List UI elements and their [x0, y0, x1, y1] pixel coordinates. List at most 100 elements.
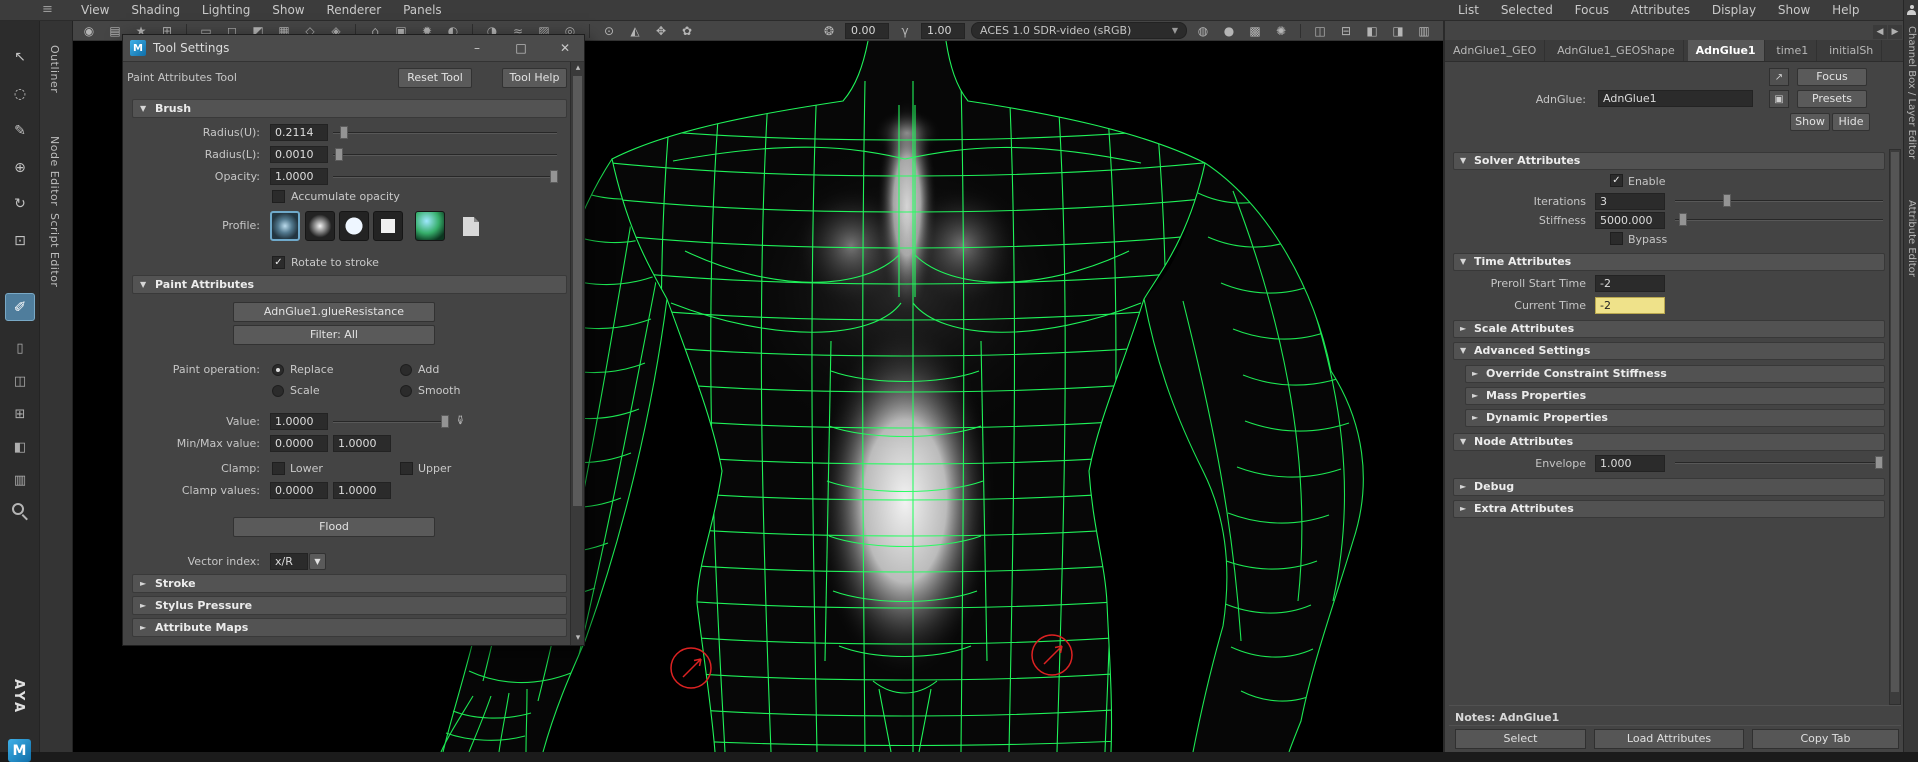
presets-button[interactable]: Presets: [1797, 90, 1867, 108]
attribute-editor-scrollbar[interactable]: [1889, 149, 1901, 705]
minus-pane-icon[interactable]: ⊟: [1336, 22, 1356, 39]
replace-radio[interactable]: [272, 364, 284, 376]
accumulate-opacity-checkbox[interactable]: [272, 190, 285, 203]
section-extra-attributes[interactable]: ► Extra Attributes: [1453, 500, 1885, 518]
opacity-slider[interactable]: [333, 169, 557, 184]
paint-select-tool-icon[interactable]: ✎: [8, 120, 32, 142]
value-slider[interactable]: [333, 414, 447, 429]
radius-u-slider[interactable]: [333, 125, 557, 140]
menu-show[interactable]: Show: [263, 0, 313, 20]
iterations-field[interactable]: 3: [1595, 193, 1665, 210]
tab-scroll-left-icon[interactable]: ◀: [1873, 25, 1887, 39]
radius-l-slider[interactable]: [333, 147, 557, 162]
menu-help[interactable]: Help: [1823, 0, 1868, 20]
layout-four-pane-icon[interactable]: ⊞: [9, 405, 31, 423]
value-field[interactable]: 1.0000: [270, 413, 328, 430]
brush-profile-solid-icon[interactable]: [339, 211, 369, 241]
menu-shading[interactable]: Shading: [122, 0, 189, 20]
scroll-up-icon[interactable]: ▴: [571, 62, 585, 75]
textured-icon[interactable]: ▩: [1245, 22, 1265, 39]
rotate-to-stroke-checkbox[interactable]: ✓: [272, 256, 285, 269]
select-tool-icon[interactable]: ↖: [8, 46, 32, 68]
section-attribute-maps[interactable]: ► Attribute Maps: [132, 618, 567, 637]
opacity-field[interactable]: 1.0000: [270, 168, 328, 185]
popout-icon[interactable]: ↗: [1769, 68, 1789, 86]
scroll-down-icon[interactable]: ▾: [571, 632, 585, 645]
tool-settings-scrollbar[interactable]: ▴ ▾: [570, 62, 584, 645]
panel-menu-icon[interactable]: ≡: [42, 2, 53, 17]
menu-display[interactable]: Display: [1703, 0, 1765, 20]
right-pane-icon[interactable]: ◨: [1388, 22, 1408, 39]
tab-adnglue1-geo[interactable]: AdnGlue1_GEO: [1445, 40, 1545, 62]
rotate-tool-icon[interactable]: ↻: [8, 193, 32, 215]
filter-button[interactable]: Filter: All: [233, 325, 435, 345]
stiffness-slider[interactable]: [1675, 212, 1883, 227]
move-tool-icon[interactable]: ⊕: [8, 157, 32, 179]
tool-help-button[interactable]: Tool Help: [502, 68, 567, 88]
section-brush[interactable]: ▼ Brush: [132, 99, 567, 118]
brush-profile-square-icon[interactable]: [373, 211, 403, 241]
add-radio[interactable]: [400, 364, 412, 376]
gamma-icon[interactable]: γ: [895, 22, 915, 39]
min-value-field[interactable]: 0.0000: [270, 435, 328, 452]
brush-profile-fuzzy-icon[interactable]: [305, 211, 335, 241]
grid-pane-icon[interactable]: ▥: [1414, 22, 1434, 39]
section-stylus-pressure[interactable]: ► Stylus Pressure: [132, 596, 567, 615]
lights-icon[interactable]: ✺: [1271, 22, 1291, 39]
envelope-slider[interactable]: [1675, 455, 1883, 470]
scale-tool-icon[interactable]: ⊡: [8, 230, 32, 252]
tab-attribute-editor[interactable]: Attribute Editor: [1906, 200, 1917, 277]
exposure-icon[interactable]: ❂: [819, 22, 839, 39]
bypass-checkbox[interactable]: [1610, 232, 1623, 245]
tab-adnglue1[interactable]: AdnGlue1: [1688, 40, 1765, 62]
view-transform-dropdown[interactable]: ACES 1.0 SDR-video (sRGB) ▼: [971, 22, 1187, 39]
tab-scroll-right-icon[interactable]: ▶: [1888, 25, 1902, 39]
menu-panels[interactable]: Panels: [394, 0, 451, 20]
browse-profile-icon[interactable]: [463, 217, 479, 236]
gamma-field[interactable]: 1.00: [921, 23, 965, 39]
reset-tool-button[interactable]: Reset Tool: [398, 68, 472, 88]
tab-adnglue1-geoshape[interactable]: AdnGlue1_GEOShape: [1549, 40, 1684, 62]
eyedropper-icon[interactable]: ✑: [453, 415, 467, 425]
brush-profile-soft-icon[interactable]: [270, 211, 300, 241]
layout-two-pane-icon[interactable]: ◫: [9, 372, 31, 390]
lasso-tool-icon[interactable]: ◌: [8, 83, 32, 105]
envelope-field[interactable]: 1.000: [1595, 455, 1665, 472]
window-title-bar[interactable]: M Tool Settings – □ ✕: [123, 35, 584, 62]
current-time-field[interactable]: -2: [1595, 297, 1665, 314]
preroll-field[interactable]: -2: [1595, 275, 1665, 292]
layout-split-icon[interactable]: ◧: [9, 438, 31, 456]
section-solver-attributes[interactable]: ▼ Solver Attributes: [1453, 152, 1885, 170]
two-pane-icon[interactable]: ◫: [1310, 22, 1330, 39]
tab-channel-box-layer-editor[interactable]: Channel Box / Layer Editor: [1906, 26, 1917, 159]
zoom-icon[interactable]: [12, 503, 24, 515]
paint-attribute-button[interactable]: AdnGlue1.glueResistance: [233, 302, 435, 322]
scale-radio[interactable]: [272, 385, 284, 397]
section-override-constraint-stiffness[interactable]: ► Override Constraint Stiffness: [1465, 365, 1885, 383]
section-dynamic-properties[interactable]: ► Dynamic Properties: [1465, 409, 1885, 427]
flood-button[interactable]: Flood: [233, 517, 435, 537]
tab-initialsh[interactable]: initialSh: [1821, 40, 1882, 62]
load-attributes-button[interactable]: Load Attributes: [1594, 729, 1744, 749]
section-time-attributes[interactable]: ▼ Time Attributes: [1453, 253, 1885, 271]
radius-l-field[interactable]: 0.0010: [270, 146, 328, 163]
focus-button[interactable]: Focus: [1797, 68, 1867, 86]
menu-attributes[interactable]: Attributes: [1622, 0, 1699, 20]
tab-node-editor[interactable]: Node Editor: [48, 136, 61, 206]
select-button[interactable]: Select: [1455, 729, 1586, 749]
minimize-icon[interactable]: –: [460, 35, 494, 61]
section-paint-attributes[interactable]: ▼ Paint Attributes: [132, 275, 567, 294]
menu-selected[interactable]: Selected: [1492, 0, 1562, 20]
section-advanced-settings[interactable]: ▼ Advanced Settings: [1453, 342, 1885, 360]
menu-lighting[interactable]: Lighting: [193, 0, 260, 20]
left-pane-icon[interactable]: ◧: [1362, 22, 1382, 39]
tab-time1[interactable]: time1: [1768, 40, 1817, 62]
clamp-upper-checkbox[interactable]: [400, 462, 413, 475]
copy-tab-button[interactable]: Copy Tab: [1752, 729, 1899, 749]
menu-focus[interactable]: Focus: [1566, 0, 1618, 20]
camera-icon[interactable]: ◉: [79, 22, 99, 39]
section-mass-properties[interactable]: ► Mass Properties: [1465, 387, 1885, 405]
maximize-icon[interactable]: □: [504, 35, 538, 61]
pin-icon[interactable]: ▣: [1769, 90, 1789, 108]
layout-outliner-icon[interactable]: ▥: [9, 471, 31, 489]
